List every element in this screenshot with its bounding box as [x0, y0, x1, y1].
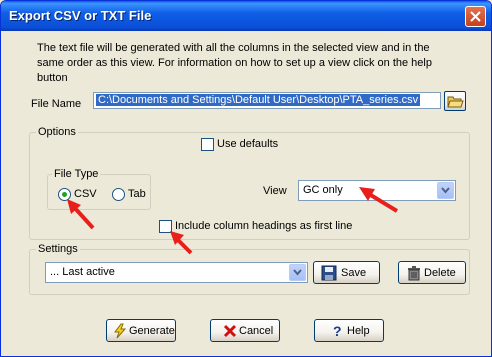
tab-radio-label: Tab	[128, 188, 146, 200]
save-button-label: Save	[341, 267, 367, 279]
generate-button-label: Generate	[129, 325, 175, 337]
delete-button[interactable]: Delete	[398, 261, 466, 284]
settings-dropdown-value: ... Last active	[50, 266, 115, 278]
window-title: Export CSV or TXT File	[9, 8, 152, 23]
annotation-arrow-icon	[359, 187, 399, 213]
svg-text:?: ?	[333, 323, 342, 339]
lightning-icon	[114, 323, 127, 339]
view-dropdown-value: GC only	[303, 184, 343, 196]
settings-group: Settings ... Last active Save Delete	[29, 243, 470, 295]
question-mark-icon: ?	[333, 323, 342, 339]
save-button[interactable]: Save	[313, 261, 380, 284]
browse-folder-button[interactable]	[444, 91, 466, 111]
file-type-label: File Type	[52, 168, 101, 180]
title-bar[interactable]: Export CSV or TXT File	[1, 1, 491, 31]
annotation-arrow-icon	[170, 231, 193, 255]
settings-dropdown[interactable]: ... Last active	[45, 262, 308, 283]
view-dropdown-button[interactable]	[437, 182, 454, 199]
file-name-field[interactable]: C:\Documents and Settings\Default User\D…	[93, 92, 441, 109]
dialog-body: The text file will be generated with all…	[1, 31, 491, 356]
help-button[interactable]: ? Help	[314, 319, 384, 342]
file-name-label: File Name	[31, 98, 82, 110]
annotation-arrow-icon	[67, 199, 95, 230]
cancel-button-label: Cancel	[239, 325, 274, 337]
chevron-down-icon	[293, 269, 302, 276]
open-folder-icon	[447, 96, 464, 108]
settings-label: Settings	[36, 243, 80, 255]
chevron-down-icon	[441, 187, 450, 194]
use-defaults-checkbox[interactable]	[201, 138, 214, 151]
red-x-icon	[223, 324, 237, 338]
trash-can-icon	[408, 266, 420, 281]
close-button[interactable]	[465, 6, 486, 27]
settings-dropdown-button[interactable]	[289, 264, 306, 281]
delete-button-label: Delete	[424, 267, 456, 279]
view-label: View	[263, 185, 287, 197]
tab-radio[interactable]	[112, 188, 125, 201]
close-icon	[470, 11, 481, 22]
floppy-disk-icon	[321, 265, 337, 281]
include-headings-label: Include column headings as first line	[175, 220, 353, 232]
cancel-button[interactable]: Cancel	[210, 319, 280, 342]
export-dialog: Export CSV or TXT File The text file wil…	[0, 0, 492, 357]
description-text: The text file will be generated with all…	[37, 42, 432, 84]
file-name-value: C:\Documents and Settings\Default User\D…	[96, 94, 421, 106]
use-defaults-label: Use defaults	[217, 138, 279, 150]
options-label: Options	[36, 126, 78, 138]
generate-button[interactable]: Generate	[106, 319, 176, 342]
help-button-label: Help	[347, 325, 370, 337]
